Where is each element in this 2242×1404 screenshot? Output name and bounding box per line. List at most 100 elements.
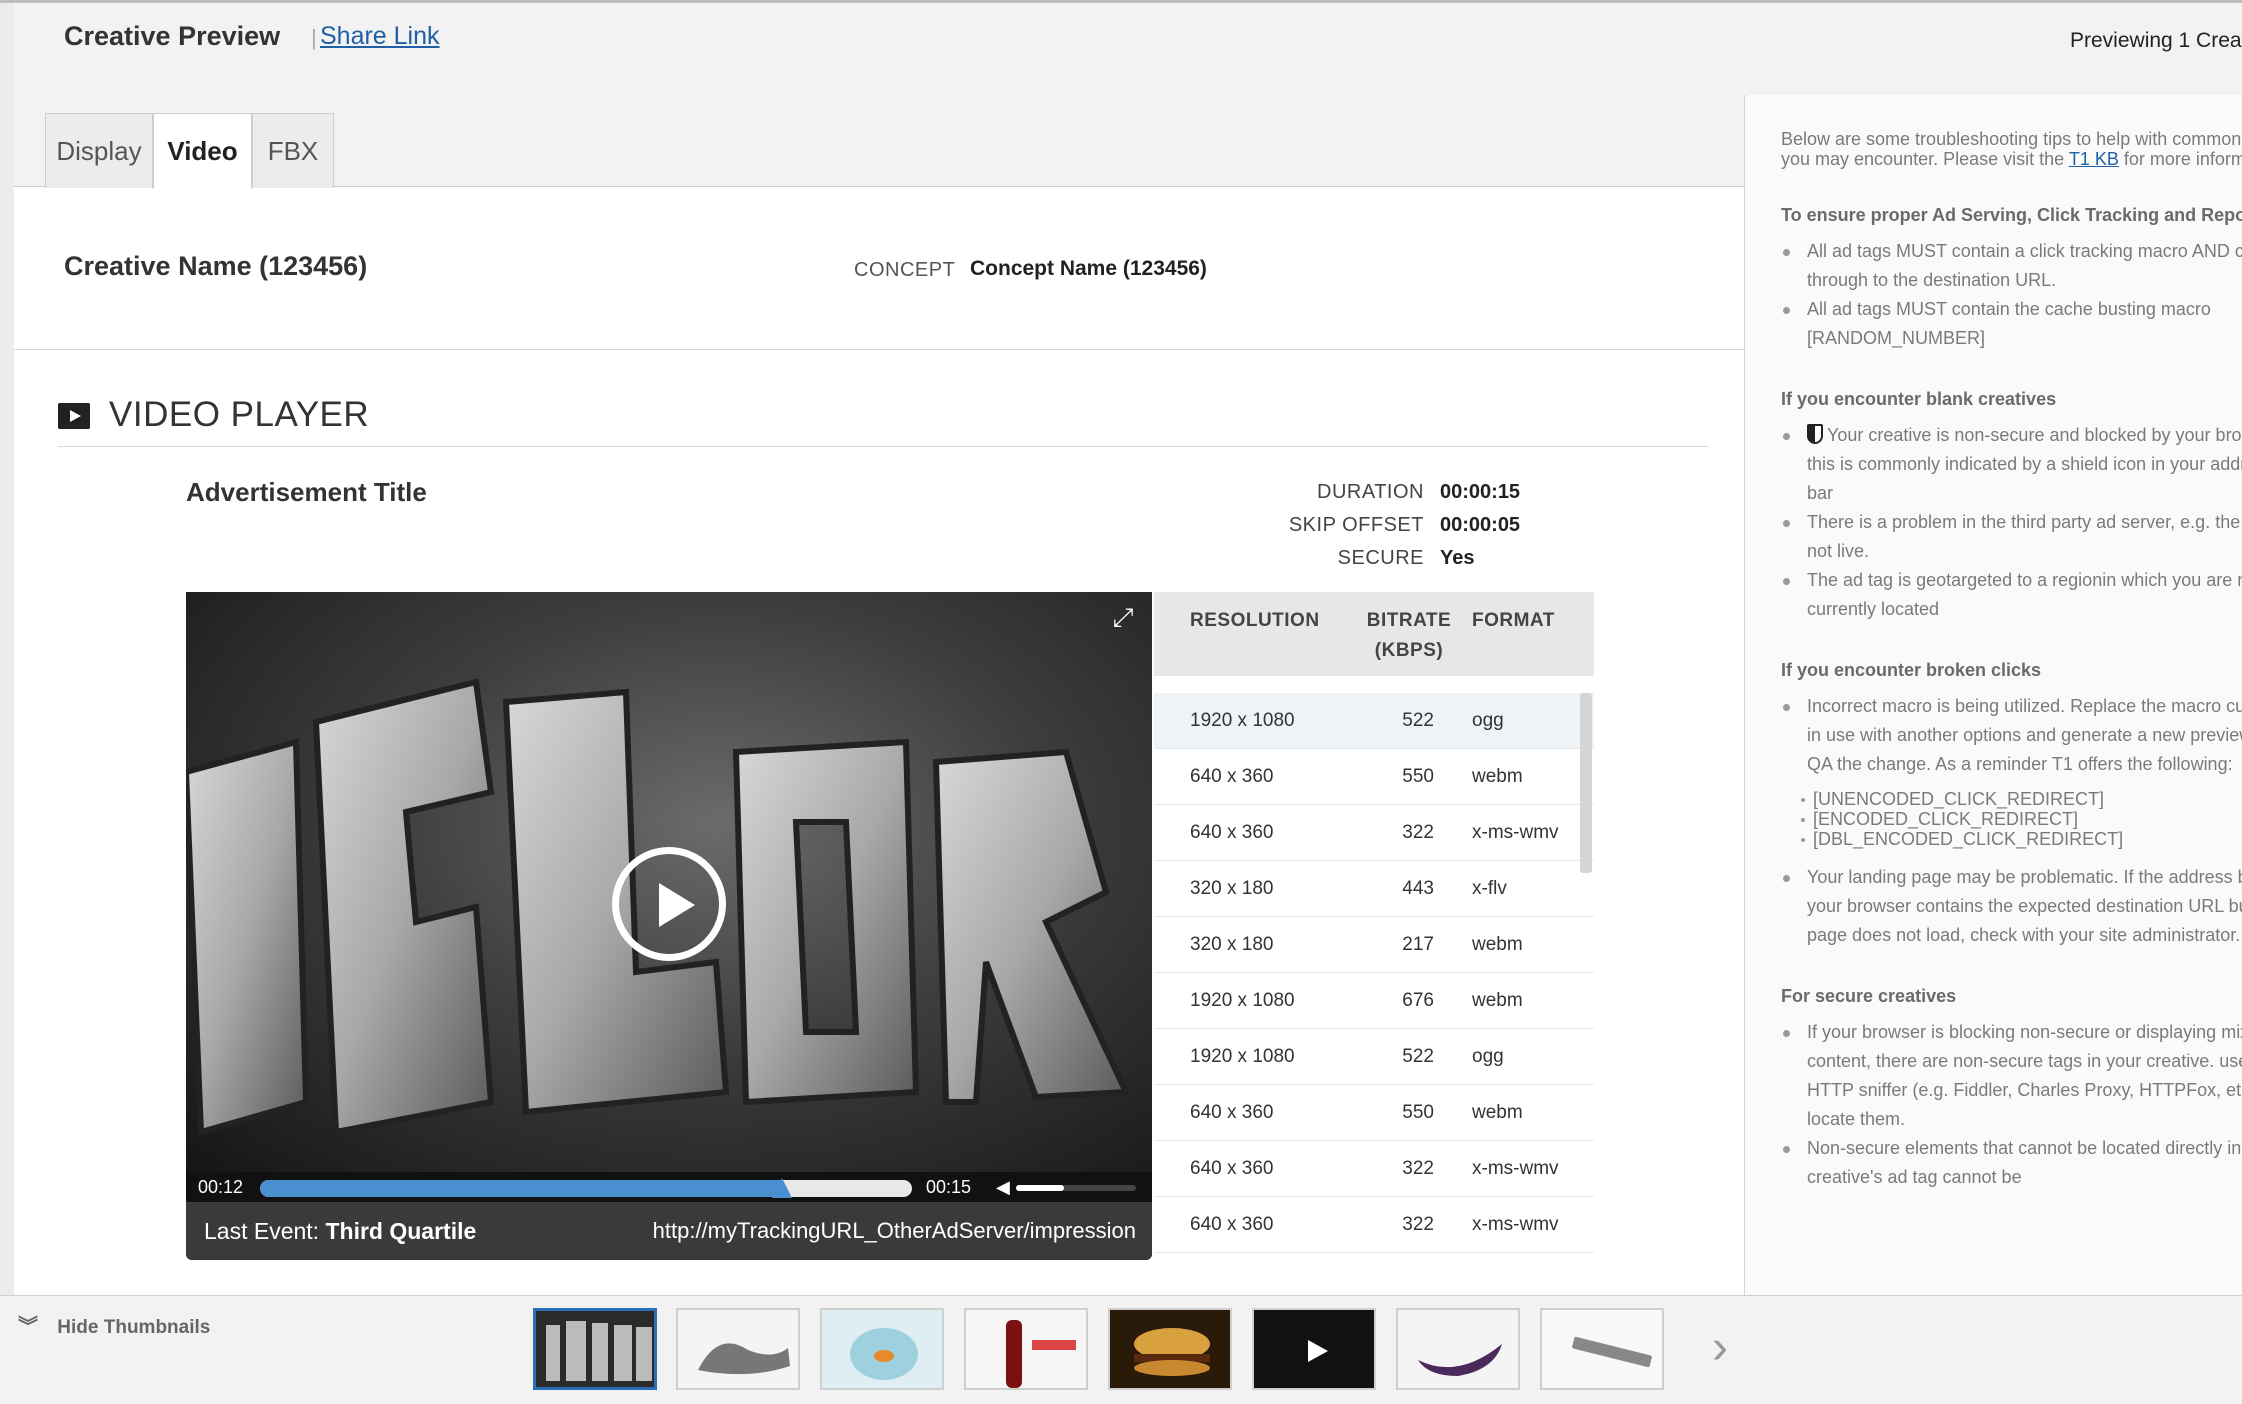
table-row[interactable]: 640 x 360 322 x-ms-wmv (1154, 805, 1594, 861)
volume-fill (1016, 1185, 1064, 1191)
total-time: 00:15 (926, 1177, 972, 1197)
video-frame: ⤢ (186, 592, 1152, 1172)
table-row[interactable]: 640 x 360 550 webm (1154, 1085, 1594, 1141)
table-row[interactable]: 320 x 180 217 webm (1154, 917, 1594, 973)
cell-bitrate: 522 (1402, 710, 1434, 731)
cell-resolution: 640 x 360 (1190, 822, 1274, 843)
format-table-header: RESOLUTION BITRATE (KBPS) FORMAT (1154, 592, 1594, 676)
cell-format: x-flv (1472, 878, 1507, 899)
duration-value: 00:00:15 (1440, 481, 1521, 503)
tips-item-text: All ad tags MUST contain a click trackin… (1807, 241, 2242, 290)
cell-format: webm (1472, 1102, 1523, 1123)
tips-list-item: All ad tags MUST contain a click trackin… (1781, 237, 2242, 295)
meta-duration: DURATION 00:00:15 (1062, 481, 1562, 514)
thumbnail-fishbowl-image (822, 1310, 942, 1388)
tab-fbx[interactable]: FBX (252, 113, 334, 188)
thumbnail-burger[interactable] (1108, 1308, 1232, 1390)
skip-offset-label: SKIP OFFSET (1288, 514, 1424, 536)
table-row[interactable]: 320 x 180 443 x-flv (1154, 861, 1594, 917)
progress-bar[interactable] (260, 1178, 912, 1198)
concept-value: Concept Name (123456) (970, 257, 1207, 280)
play-icon[interactable] (612, 847, 726, 961)
tips-subitem: [ENCODED_CLICK_REDIRECT] (1801, 809, 2242, 829)
creative-info: Creative Name (123456) CONCEPT Concept N… (14, 187, 1744, 350)
volume-slider[interactable] (1016, 1185, 1136, 1191)
cell-format: webm (1472, 766, 1523, 787)
video-player[interactable]: ⤢ 00:12 00:15 ◀ Last Event: Third Quarti… (186, 592, 1152, 1260)
header: Creative Preview | Share Link Previewing… (14, 3, 2242, 95)
thumbnail-sneaker[interactable] (676, 1308, 800, 1390)
cell-bitrate: 550 (1402, 766, 1434, 787)
tips-item-text: All ad tags MUST contain the cache busti… (1807, 299, 2211, 348)
tips-list: All ad tags MUST contain a click trackin… (1781, 237, 2242, 353)
cell-resolution: 1920 x 1080 (1190, 990, 1295, 1011)
video-meta: DURATION 00:00:15 SKIP OFFSET 00:00:05 S… (1062, 481, 1562, 580)
thumbnail-play-icon (1254, 1310, 1374, 1388)
t1-kb-link[interactable]: T1 KB (2069, 149, 2119, 169)
thumbnail-video[interactable] (1252, 1308, 1376, 1390)
tab-video[interactable]: Video (153, 113, 252, 189)
shield-icon (1807, 424, 1823, 444)
last-event: Last Event: Third Quartile (204, 1218, 476, 1245)
tips-sections: To ensure proper Ad Serving, Click Track… (1781, 205, 2242, 1192)
troubleshooting-panel: Below are some troubleshooting tips to h… (1744, 95, 2242, 1295)
format-table: RESOLUTION BITRATE (KBPS) FORMAT 1920 x … (1154, 592, 1594, 1260)
video-player-icon (58, 403, 90, 429)
tips-section-title: If you encounter broken clicks (1781, 660, 2042, 680)
creative-name: Creative Name (123456) (64, 251, 368, 281)
cell-format: x-ms-wmv (1472, 1158, 1559, 1179)
tips-list-item: Non-secure elements that cannot be locat… (1781, 1134, 2242, 1192)
hide-thumbnails-button[interactable]: ︾ Hide Thumbnails (18, 1310, 210, 1339)
thumbnail-glory-image (536, 1311, 654, 1387)
cell-bitrate: 676 (1402, 990, 1434, 1011)
skip-offset-value: 00:00:05 (1440, 514, 1521, 536)
table-row[interactable]: 1920 x 1080 676 webm (1154, 973, 1594, 1029)
tips-subitem: [DBL_ENCODED_CLICK_REDIRECT] (1801, 829, 2242, 849)
thumbnail-coca-cola-image (966, 1310, 1086, 1388)
video-player-title: VIDEO PLAYER (109, 395, 370, 434)
thumbnail-fishbowl[interactable] (820, 1308, 944, 1390)
tab-display[interactable]: Display (45, 113, 153, 188)
tips-intro: Below are some troubleshooting tips to h… (1781, 129, 2242, 169)
cell-resolution: 1920 x 1080 (1190, 1046, 1295, 1067)
last-event-label: Last Event: (204, 1218, 320, 1244)
thumbnail-strip: ︾ Hide Thumbnails › (0, 1295, 2242, 1404)
concept-label: CONCEPT (854, 259, 956, 281)
fullscreen-icon[interactable]: ⤢ (1108, 602, 1138, 632)
tips-list-item: Your landing page may be problematic. If… (1781, 863, 2242, 950)
video-player-heading: VIDEO PLAYER (58, 395, 1708, 447)
tips-section-title: For secure creatives (1781, 986, 1957, 1006)
table-row[interactable]: 1920 x 1080 522 ogg (1154, 1029, 1594, 1085)
tips-list: Your creative is non-secure and blocked … (1781, 421, 2242, 624)
thumbnail-coca-cola[interactable] (964, 1308, 1088, 1390)
thumbnail-ipad[interactable] (1540, 1308, 1664, 1390)
tips-section-title: If you encounter blank creatives (1781, 389, 2057, 409)
progress-fill (260, 1180, 782, 1197)
table-row[interactable]: 640 x 360 550 webm (1154, 749, 1594, 805)
table-row[interactable]: 1920 x 1080 522 ogg (1154, 693, 1594, 749)
tips-list-item: If your browser is blocking non-secure o… (1781, 1018, 2242, 1134)
table-row[interactable]: 640 x 360 322 x-ms-wmv (1154, 1197, 1594, 1253)
thumbnail-eggplant[interactable] (1396, 1308, 1520, 1390)
header-bitrate-unit: (KBPS) (1374, 640, 1444, 661)
tips-list-item: Incorrect macro is being utilized. Repla… (1781, 692, 2242, 779)
tips-section-title: To ensure proper Ad Serving, Click Track… (1781, 205, 2242, 225)
tips-list: If your browser is blocking non-secure o… (1781, 1018, 2242, 1192)
progress-handle[interactable] (771, 1178, 792, 1198)
tips-intro-text-after: for more information. (2123, 149, 2242, 169)
tracking-url: http://myTrackingURL_OtherAdServer/impre… (652, 1218, 1136, 1243)
header-bitrate: BITRATE (KBPS) (1354, 606, 1464, 666)
chevron-right-icon[interactable]: › (1712, 1320, 1728, 1375)
format-table-scrollbar[interactable] (1580, 693, 1592, 873)
thumbnail-glory[interactable] (533, 1308, 657, 1390)
cell-resolution: 640 x 360 (1190, 1158, 1274, 1179)
chevron-double-down-icon: ︾ (18, 1316, 38, 1338)
volume-icon[interactable]: ◀ (996, 1177, 1010, 1198)
tips-item-text: Your creative is non-secure and blocked … (1807, 425, 2242, 503)
tips-item-text: Non-secure elements that cannot be locat… (1807, 1138, 2242, 1187)
tips-list: Your landing page may be problematic. If… (1781, 863, 2242, 950)
table-row[interactable]: 640 x 360 322 x-ms-wmv (1154, 1141, 1594, 1197)
cell-resolution: 640 x 360 (1190, 1102, 1274, 1123)
cell-format: x-ms-wmv (1472, 822, 1559, 843)
share-link[interactable]: Share Link (320, 22, 440, 51)
